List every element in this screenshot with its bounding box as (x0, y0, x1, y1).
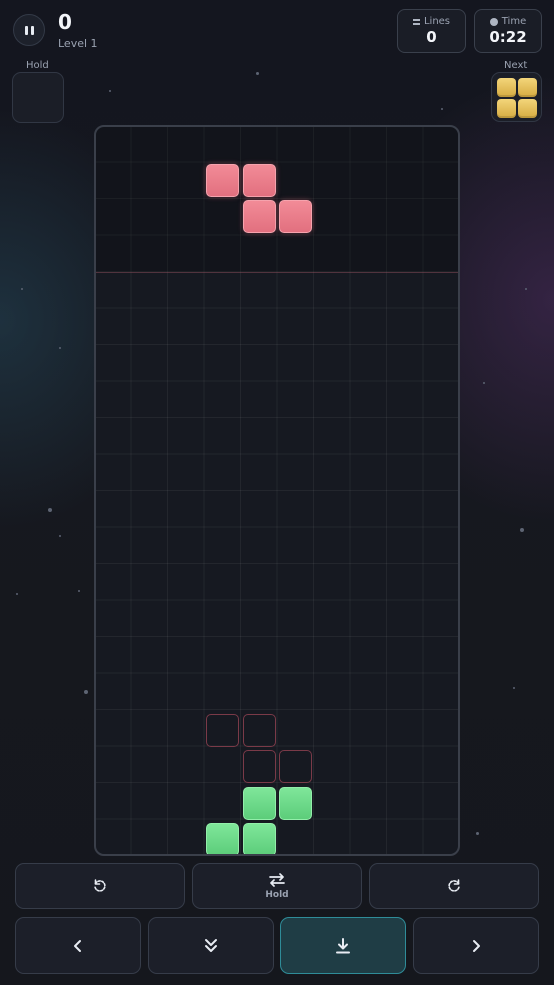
locked-block (279, 787, 312, 820)
soft-drop-button[interactable] (148, 917, 274, 974)
star (59, 535, 61, 537)
chevron-right-icon (473, 939, 480, 952)
star (256, 72, 259, 75)
rotate-right-button[interactable] (369, 863, 539, 909)
lines-icon (412, 18, 420, 25)
hold-button[interactable]: Hold (192, 863, 362, 909)
ghost-piece-block (206, 714, 239, 747)
rotate-ccw-icon (94, 879, 106, 892)
rotate-cw-icon (448, 879, 460, 892)
rotate-left-button[interactable] (15, 863, 185, 909)
ghost-piece-block (243, 714, 276, 747)
active-piece-block (243, 164, 276, 197)
star (48, 508, 52, 512)
swap-icon (269, 872, 285, 887)
star (520, 528, 524, 532)
star (16, 593, 18, 595)
active-piece-block (279, 200, 312, 233)
chevron-left-icon (74, 939, 81, 952)
game-board[interactable] (94, 125, 460, 856)
hold-label: Hold (26, 60, 49, 71)
ghost-piece-block (243, 750, 276, 783)
move-right-button[interactable] (413, 917, 539, 974)
next-piece-block (518, 78, 537, 97)
star (476, 832, 479, 835)
hard-drop-button[interactable] (280, 917, 406, 974)
double-chevron-down-icon (205, 938, 217, 952)
locked-block (243, 823, 276, 854)
pause-icon (30, 25, 34, 35)
next-piece-block (497, 99, 516, 118)
star (59, 347, 61, 349)
locked-block (206, 823, 239, 854)
time-value: 0:22 (489, 28, 527, 46)
star (78, 590, 80, 592)
pause-icon (24, 25, 28, 35)
lines-stat: Lines 0 (397, 9, 466, 53)
active-piece-block (206, 164, 239, 197)
active-piece-block (243, 200, 276, 233)
star (513, 687, 515, 689)
next-piece-block (497, 78, 516, 97)
move-left-button[interactable] (15, 917, 141, 974)
spawn-zone (96, 127, 458, 273)
next-preview (491, 72, 542, 122)
pause-button[interactable] (13, 14, 45, 46)
ghost-piece-block (279, 750, 312, 783)
level-label: Level 1 (58, 37, 98, 50)
score-value: 0 (58, 10, 72, 34)
star (21, 288, 23, 290)
next-piece-block (518, 99, 537, 118)
star (483, 382, 485, 384)
time-label: Time (501, 16, 527, 27)
hold-slot (12, 72, 64, 123)
star (84, 690, 88, 694)
hold-button-label: Hold (265, 889, 289, 900)
time-stat: Time 0:22 (474, 9, 542, 53)
lines-value: 0 (426, 28, 437, 46)
locked-block (243, 787, 276, 820)
star (525, 288, 527, 290)
clock-icon (489, 17, 498, 26)
lines-label: Lines (423, 16, 451, 27)
next-label: Next (504, 60, 528, 71)
star (441, 108, 443, 110)
star (109, 90, 111, 92)
hard-drop-icon (336, 937, 350, 953)
